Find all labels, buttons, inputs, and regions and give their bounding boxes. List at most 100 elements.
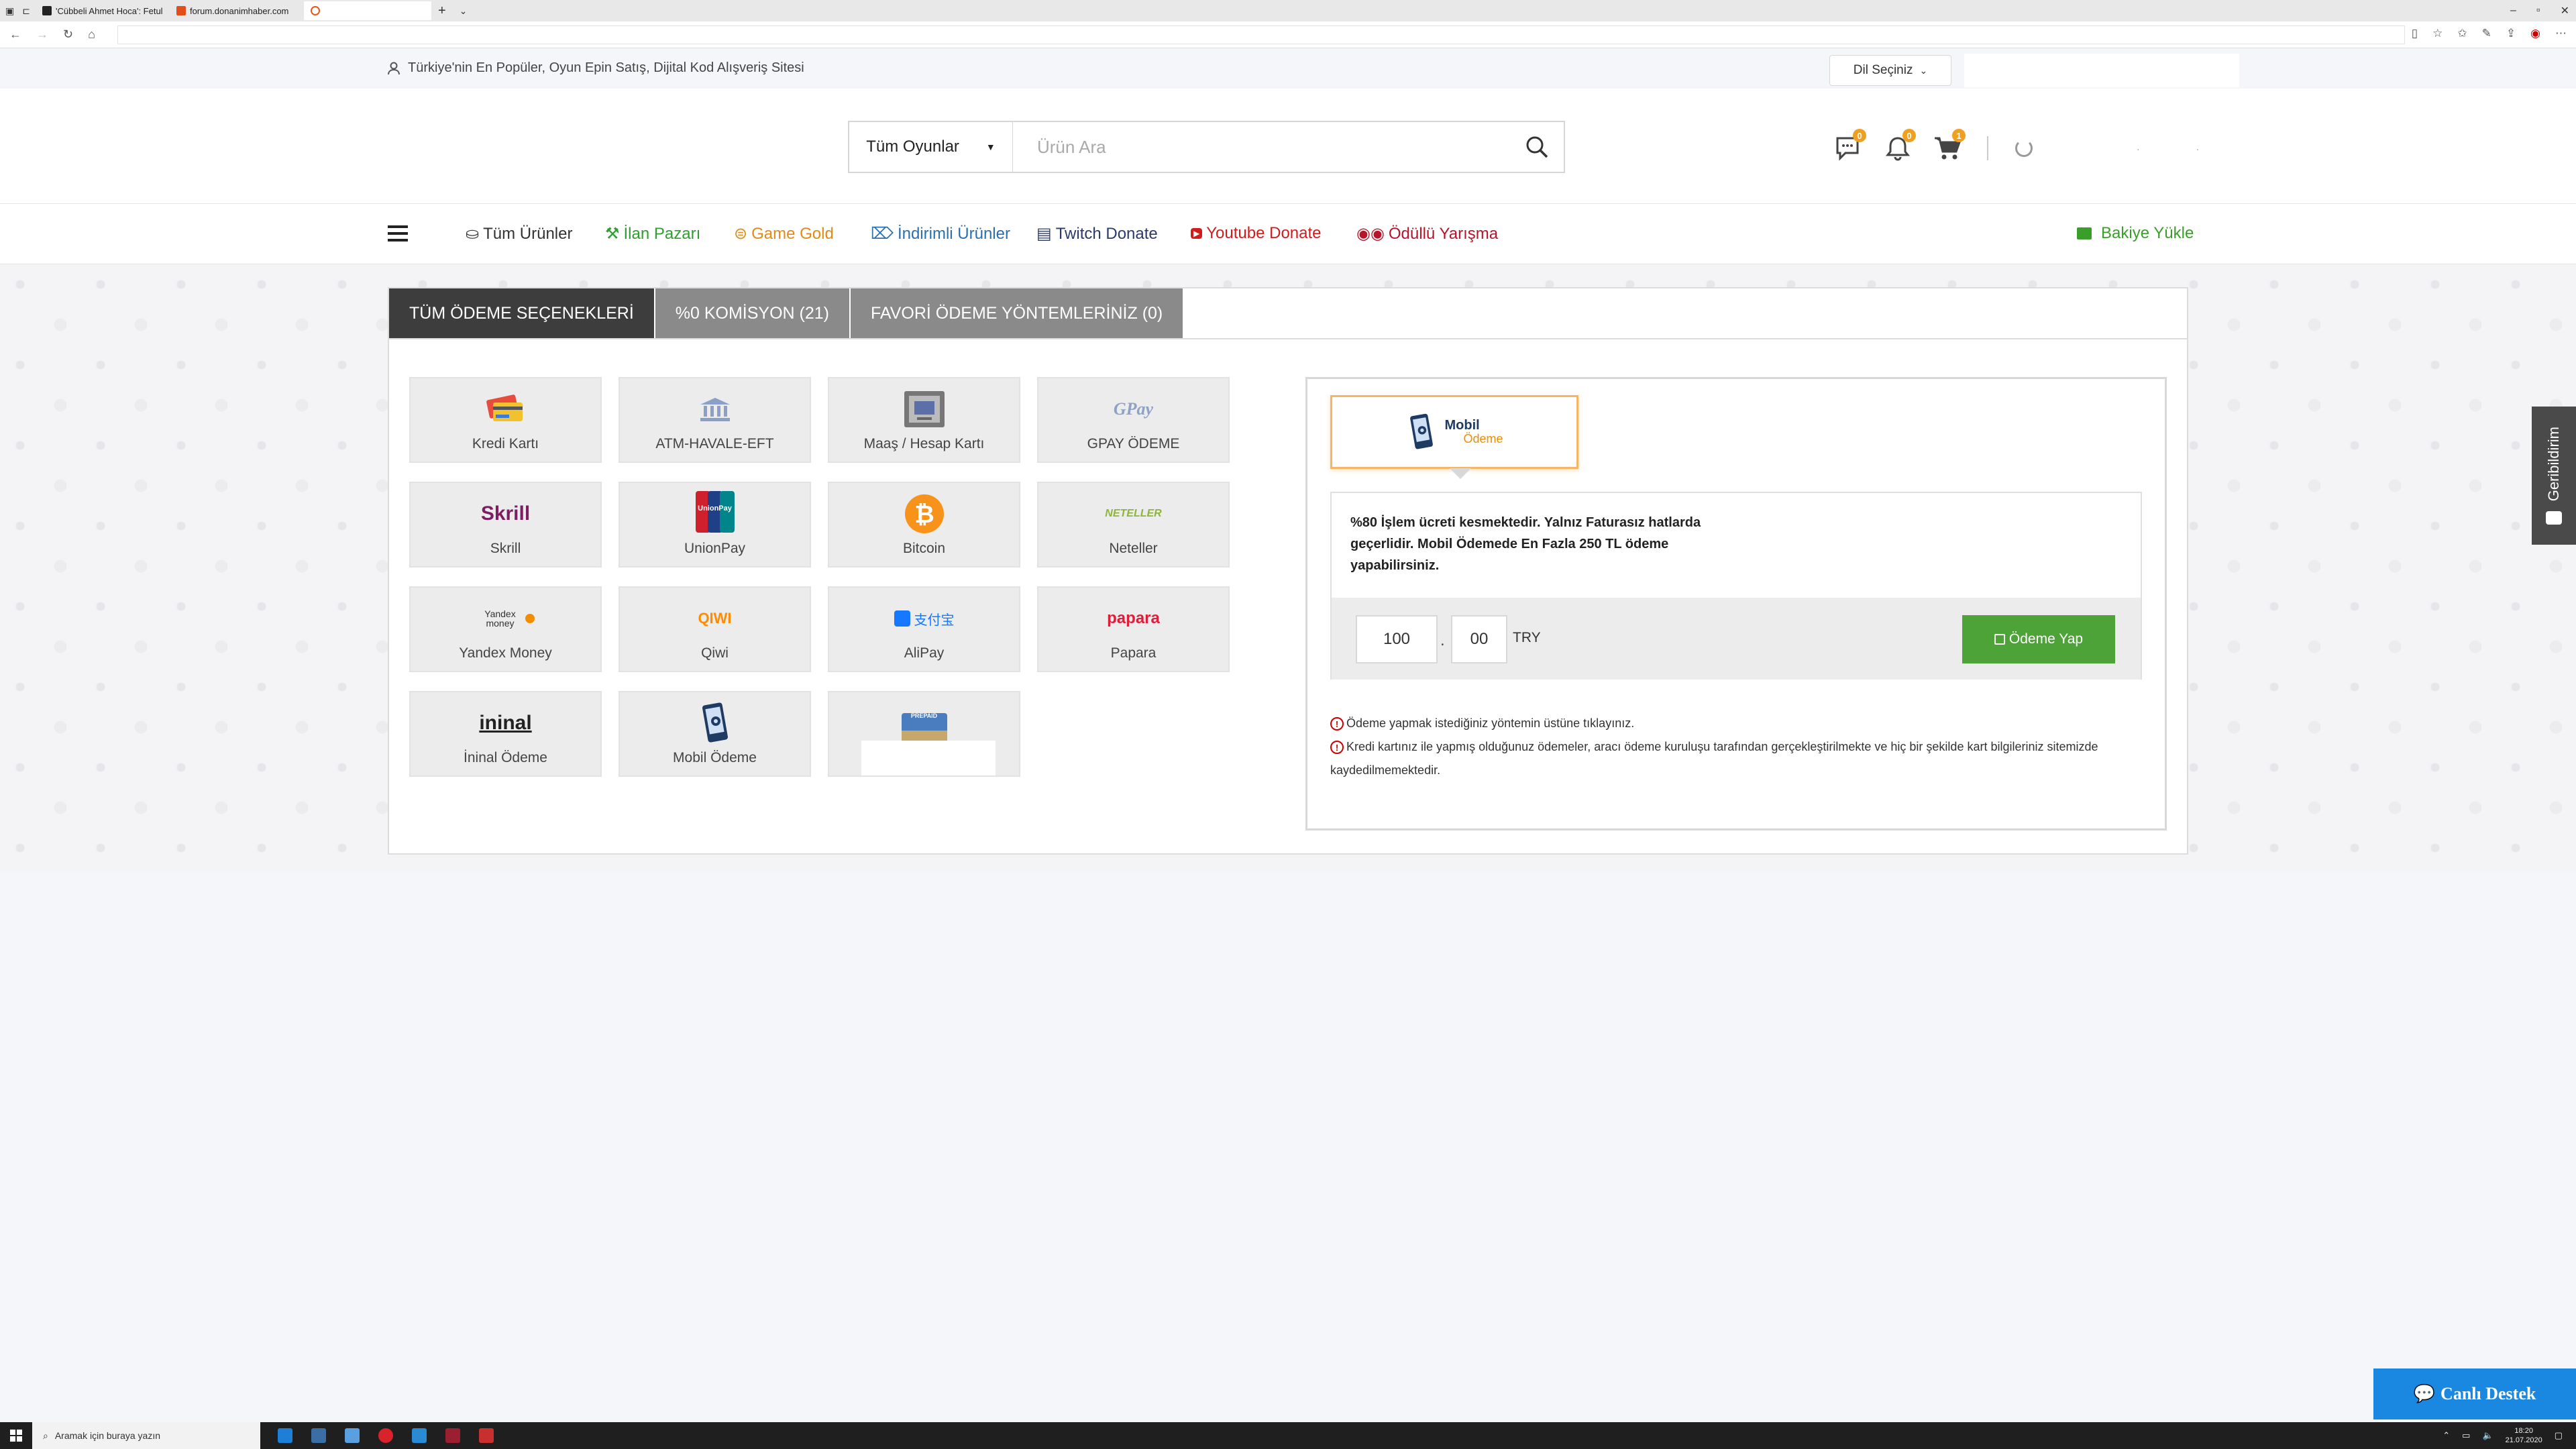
search-icon: ⌕	[43, 1430, 48, 1441]
category-select[interactable]: Tüm Oyunlar ▼	[849, 122, 1013, 172]
payment-amount-row: 100 . 00 TRY Ödeme Yap	[1332, 598, 2141, 680]
nav-discounted-products[interactable]: ⌦ İndirimli Ürünler	[871, 224, 1010, 244]
nav-all-products[interactable]: ⛀ Tüm Ürünler	[466, 224, 572, 244]
pay-button[interactable]: Ödeme Yap	[1962, 615, 2115, 663]
method-prepaid[interactable]: PREPAID	[828, 691, 1020, 777]
menu-hamburger-icon[interactable]	[388, 225, 408, 241]
reload-icon[interactable]: ↻	[63, 28, 73, 42]
method-credit-card[interactable]: Kredi Kartı	[409, 377, 602, 463]
search-bar: Tüm Oyunlar ▼	[848, 121, 1565, 173]
svg-text:₿: ₿	[914, 501, 934, 529]
url-field[interactable]	[117, 25, 2405, 44]
gamepad-icon: ◉◉	[1356, 225, 1385, 243]
search-input[interactable]	[1013, 122, 1510, 172]
taskbar-clock[interactable]: 18:20 21.07.2020	[2506, 1426, 2542, 1445]
method-skrill[interactable]: Skrill Skrill	[409, 482, 602, 568]
windows-start-icon[interactable]	[0, 1430, 32, 1442]
notifications-badge: 0	[1902, 129, 1916, 142]
nav-label: İndirimli Ürünler	[897, 224, 1010, 243]
currency-label: TRY	[1513, 630, 1541, 645]
decimal-separator: .	[1440, 631, 1445, 649]
method-salary-card[interactable]: Maaş / Hesap Kartı	[828, 377, 1020, 463]
credit-card-icon	[485, 389, 527, 429]
nav-youtube-donate[interactable]: ▶ Youtube Donate	[1191, 224, 1322, 243]
media-icon[interactable]	[479, 1428, 494, 1443]
back-arrow-icon[interactable]: ←	[9, 28, 21, 42]
selected-method-card: Mobil Ödeme	[1330, 395, 1578, 479]
explorer-icon[interactable]	[345, 1428, 360, 1443]
favorite-star-icon[interactable]: ☆	[2432, 27, 2443, 40]
nav-prize-contest[interactable]: ◉◉ Ödüllü Yarışma	[1356, 224, 1498, 244]
method-ininal[interactable]: ininal İninal Ödeme	[409, 691, 602, 777]
pen-icon[interactable]: ✎	[2482, 27, 2491, 40]
favorites-icon[interactable]: ✩	[2457, 27, 2467, 40]
browser-tab-active[interactable]	[303, 1, 431, 20]
home-icon[interactable]: ⌂	[88, 28, 95, 42]
window-controls: – ▫ ✕	[2510, 0, 2569, 21]
nav-twitch-donate[interactable]: ▤ Twitch Donate	[1036, 224, 1158, 244]
gavel-icon: ⚒	[605, 225, 620, 243]
nav-game-gold[interactable]: ⊜ Game Gold	[734, 224, 834, 244]
notification-center-icon[interactable]: ▢	[2555, 1430, 2563, 1441]
method-bitcoin[interactable]: ₿ Bitcoin	[828, 482, 1020, 568]
reading-view-icon[interactable]: ▯	[2412, 27, 2418, 40]
cart-button[interactable]: 1	[1932, 129, 1966, 162]
notifications-button[interactable]: 0	[1882, 129, 1916, 162]
method-label: İninal Ödeme	[464, 750, 547, 765]
amount-whole-input[interactable]: 100	[1356, 615, 1438, 663]
mobile-payment-icon	[1410, 413, 1434, 449]
tab-list-chevron-icon[interactable]: ⌄	[453, 5, 474, 17]
tray-chevron-icon[interactable]: ⌃	[2443, 1430, 2450, 1441]
steam-icon[interactable]	[311, 1428, 326, 1443]
method-unionpay[interactable]: UnionPay UnionPay	[619, 482, 811, 568]
browser-tab-2[interactable]: forum.donanimhaber.com	[170, 1, 304, 20]
edge-icon[interactable]	[278, 1428, 292, 1443]
maximize-icon[interactable]: ▫	[2536, 5, 2540, 17]
tab-zero-commission[interactable]: %0 KOMİSYON (21)	[655, 288, 851, 338]
amount-whole-value: 100	[1383, 630, 1411, 648]
minimize-icon[interactable]: –	[2510, 5, 2516, 17]
method-yandex-money[interactable]: Yandex money Yandex Money	[409, 586, 602, 672]
language-select[interactable]: Dil Seçiniz ⌄	[1829, 55, 1951, 86]
messages-badge: 0	[1853, 129, 1866, 142]
nav-balance-load[interactable]: Bakiye Yükle	[2077, 224, 2194, 243]
nav-label: Tüm Ürünler	[483, 224, 573, 243]
network-icon[interactable]: ▭	[2462, 1430, 2470, 1441]
messages-button[interactable]: 0	[1833, 129, 1866, 162]
tab-favorite-methods[interactable]: FAVORİ ÖDEME YÖNTEMLERİNİZ (0)	[851, 288, 1185, 338]
nav-ilan-pazari[interactable]: ⚒ İlan Pazarı	[605, 224, 700, 244]
method-gpay[interactable]: GPay GPAY ÖDEME	[1037, 377, 1230, 463]
more-icon[interactable]: ⋯	[2555, 27, 2567, 40]
note-text: Ödeme yapmak istediğiniz yöntemin üstüne…	[1346, 716, 1635, 730]
vscode-icon[interactable]	[412, 1428, 427, 1443]
volume-icon[interactable]: 🔈	[2482, 1430, 2493, 1441]
tab-favicon-icon	[42, 6, 52, 15]
salary-card-icon	[902, 389, 947, 429]
nav-label: Ödüllü Yarışma	[1388, 224, 1499, 243]
amount-decimal-input[interactable]: 00	[1451, 615, 1507, 663]
taskbar-search[interactable]: ⌕ Aramak için buraya yazın	[32, 1422, 260, 1449]
browser-tools: ▯ ☆ ✩ ✎ ⇪ ◉ ⋯	[2412, 27, 2567, 40]
method-alipay[interactable]: 支付宝 AliPay	[828, 586, 1020, 672]
feedback-tab[interactable]: Geribildirim	[2532, 407, 2576, 545]
ininal-logo: ininal	[479, 703, 531, 743]
browser-tab-1[interactable]: 'Cübbeli Ahmet Hoca': Fetul	[36, 1, 170, 20]
close-icon[interactable]: ✕	[2561, 4, 2569, 17]
method-neteller[interactable]: NETELLER Neteller	[1037, 482, 1230, 568]
game-icon[interactable]	[445, 1428, 460, 1443]
search-button[interactable]	[1510, 122, 1564, 172]
method-papara[interactable]: papara Papara	[1037, 586, 1230, 672]
forward-arrow-icon[interactable]: →	[36, 28, 48, 42]
nav-label: Twitch Donate	[1055, 224, 1158, 243]
tab-all-payment-options[interactable]: TÜM ÖDEME SEÇENEKLERİ	[389, 288, 655, 338]
method-qiwi[interactable]: QIWI Qiwi	[619, 586, 811, 672]
new-tab-button[interactable]: +	[431, 3, 453, 19]
method-mobile-payment[interactable]: Mobil Ödeme	[619, 691, 811, 777]
extension-icon[interactable]: ◉	[2530, 27, 2540, 40]
live-support-button[interactable]: 💬 Canlı Destek	[2373, 1368, 2576, 1419]
share-icon[interactable]: ⇪	[2506, 27, 2516, 40]
tab-back-icon[interactable]: ⊏	[22, 5, 30, 17]
method-atm-havale-eft[interactable]: ATM-HAVALE-EFT	[619, 377, 811, 463]
opera-icon[interactable]	[378, 1428, 393, 1443]
tab-manager-icon[interactable]: ▣	[5, 5, 14, 17]
